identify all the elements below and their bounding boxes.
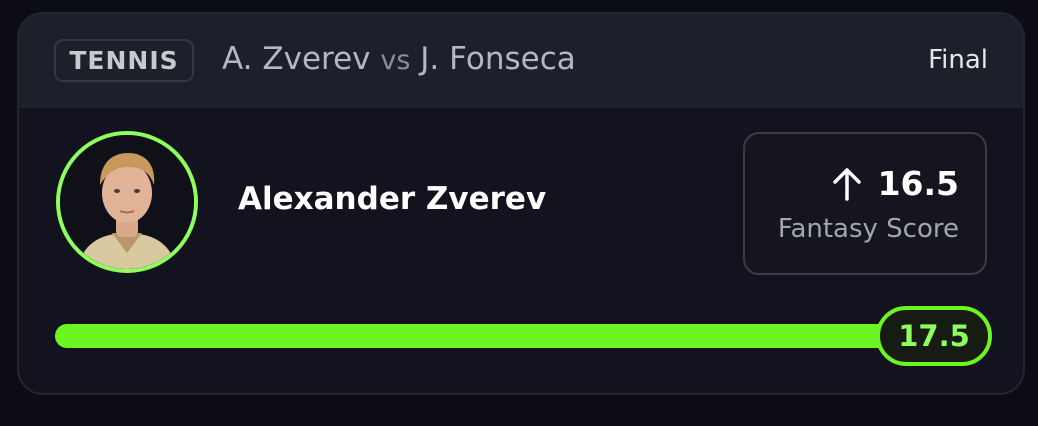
line-value-pill: 17.5 (876, 306, 992, 366)
card-header: TENNIS A. Zverev vs J. Fonseca Final (19, 14, 1023, 108)
player-avatar (56, 131, 198, 273)
fantasy-score-box[interactable]: 16.5 Fantasy Score (743, 132, 987, 275)
fantasy-score-value: 16.5 (877, 164, 959, 203)
game-status: Final (928, 45, 988, 75)
progress-track (55, 324, 985, 348)
player-photo (60, 135, 194, 269)
player-name: Alexander Zverev (238, 181, 547, 217)
score-row: 16.5 (832, 164, 959, 203)
fantasy-score-label: Fantasy Score (777, 214, 959, 244)
matchup-title: A. Zverev vs J. Fonseca (222, 41, 576, 77)
sport-badge: TENNIS (54, 39, 194, 82)
matchup-player-a: A. Zverev (222, 41, 371, 77)
matchup-player-b: J. Fonseca (420, 41, 576, 77)
arrow-up-icon (832, 167, 861, 201)
progress-fill (55, 324, 932, 348)
projection-card[interactable]: TENNIS A. Zverev vs J. Fonseca Final Ale (17, 12, 1025, 395)
matchup-vs: vs (380, 45, 411, 76)
